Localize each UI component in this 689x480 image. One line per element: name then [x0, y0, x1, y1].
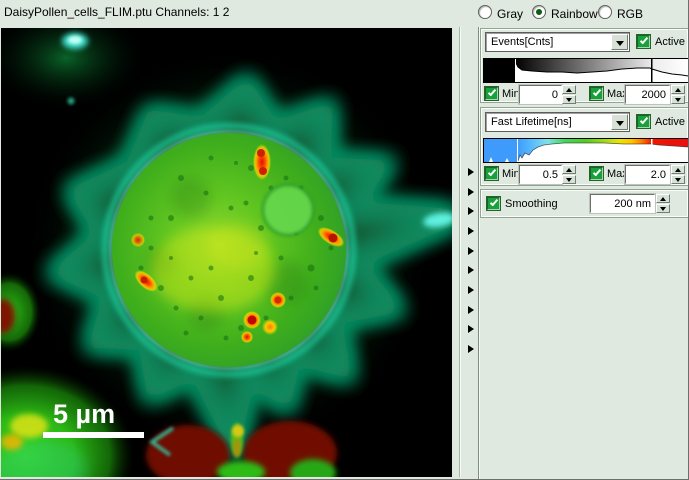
spinner-up-icon[interactable]: [562, 85, 576, 94]
spinner-down-icon[interactable]: [656, 204, 670, 213]
checkmark-icon: [488, 88, 496, 97]
expand-arrow-icon[interactable]: [468, 168, 476, 177]
spinner-down-icon[interactable]: [562, 175, 576, 184]
radio-gray-label: Gray: [497, 7, 523, 21]
expand-arrow-icon[interactable]: [468, 306, 476, 315]
smoothing-group: Smoothing: [480, 189, 689, 218]
radio-rgb-label: RGB: [617, 7, 643, 21]
lifetime-active-label: Active: [655, 116, 685, 128]
checkmark-icon: [490, 198, 498, 207]
checkmark-icon: [640, 36, 648, 45]
flim-image-view[interactable]: 5 µm: [1, 28, 452, 477]
lifetime-max-spinner: [671, 165, 685, 184]
max-marker-line: [651, 139, 653, 162]
spinner-down-icon[interactable]: [562, 95, 576, 104]
control-panel: Events[Cnts] Active: [478, 27, 689, 480]
events-min-checkbox[interactable]: [484, 86, 499, 101]
lifetime-active-checkbox[interactable]: [636, 114, 651, 129]
checkmark-icon: [593, 168, 601, 177]
events-active-checkbox[interactable]: [636, 34, 651, 49]
lifetime-max-input[interactable]: [625, 165, 670, 184]
spinner-down-icon[interactable]: [671, 175, 685, 184]
spinner-up-icon[interactable]: [562, 165, 576, 174]
spinner-down-icon[interactable]: [671, 95, 685, 104]
smoothing-input[interactable]: [590, 194, 655, 213]
expand-arrow-icon[interactable]: [468, 188, 476, 197]
smoothing-checkbox[interactable]: [486, 196, 501, 211]
lifetime-min-spinner: [562, 165, 576, 184]
expand-arrow-icon[interactable]: [468, 325, 476, 334]
lifetime-parameter-dropdown[interactable]: Fast Lifetime[ns]: [485, 112, 630, 132]
checkmark-icon: [488, 168, 496, 177]
events-histogram[interactable]: [483, 58, 689, 83]
events-min-label: Min: [502, 88, 520, 100]
radio-rainbow-label: Rainbow: [551, 7, 598, 21]
smoothing-label: Smoothing: [505, 198, 558, 210]
spinner-up-icon[interactable]: [656, 194, 670, 203]
lifetime-min-label: Min: [502, 168, 520, 180]
checkmark-icon: [640, 116, 648, 125]
gutter-groove-highlight: [460, 27, 461, 477]
lifetime-histogram[interactable]: [483, 138, 689, 163]
events-min-input[interactable]: [519, 85, 562, 104]
window-title: DaisyPollen_cells_FLIM.ptu Channels: 1 2: [4, 5, 229, 19]
lifetime-parameter-value: Fast Lifetime[ns]: [491, 116, 572, 128]
radio-rgb[interactable]: [598, 5, 612, 19]
events-parameter-value: Events[Cnts]: [491, 36, 553, 48]
expand-arrow-icon[interactable]: [468, 247, 476, 256]
events-group: Events[Cnts] Active: [480, 28, 689, 103]
events-parameter-dropdown[interactable]: Events[Cnts]: [485, 32, 630, 52]
events-max-spinner: [671, 85, 685, 104]
events-max-input[interactable]: [625, 85, 670, 104]
radio-dot-icon: [536, 9, 542, 15]
checkmark-icon: [593, 88, 601, 97]
radio-rainbow[interactable]: [532, 5, 546, 19]
events-active-label: Active: [655, 36, 685, 48]
expand-arrow-icon[interactable]: [468, 227, 476, 236]
smoothing-spinner: [656, 194, 670, 213]
panel-gutter: [452, 27, 478, 480]
expand-arrow-icon[interactable]: [468, 207, 476, 216]
scale-bar-label: 5 µm: [53, 399, 115, 429]
spinner-up-icon[interactable]: [671, 165, 685, 174]
events-min-spinner: [562, 85, 576, 104]
lifetime-min-input[interactable]: [519, 165, 562, 184]
lifetime-min-checkbox[interactable]: [484, 166, 499, 181]
lifetime-max-checkbox[interactable]: [589, 166, 604, 181]
spinner-up-icon[interactable]: [671, 85, 685, 94]
pollen-body: [112, 133, 346, 367]
events-max-checkbox[interactable]: [589, 86, 604, 101]
radio-gray[interactable]: [478, 5, 492, 19]
max-marker-line: [651, 59, 653, 82]
chevron-down-icon[interactable]: [611, 34, 628, 50]
vacuole: [263, 185, 313, 235]
chevron-down-icon[interactable]: [611, 114, 628, 130]
expand-arrow-icon[interactable]: [468, 345, 476, 354]
flim-viewer-window: DaisyPollen_cells_FLIM.ptu Channels: 1 2…: [0, 0, 689, 480]
expand-arrow-icon[interactable]: [468, 266, 476, 275]
lifetime-group: Fast Lifetime[ns] Active: [480, 107, 689, 186]
expand-arrow-icon[interactable]: [468, 286, 476, 295]
min-marker-line: [517, 139, 518, 162]
